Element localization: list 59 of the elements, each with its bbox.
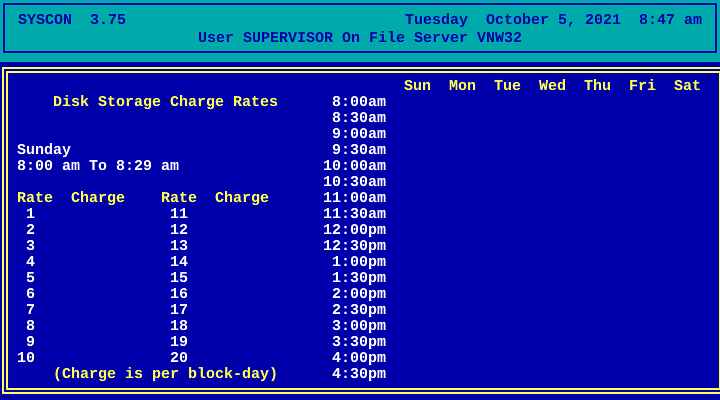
time-slot: 10:30am	[322, 175, 386, 191]
time-slot: 9:00am	[332, 127, 386, 143]
rate-number: 4	[24, 255, 35, 271]
time-slot: 1:30pm	[332, 271, 386, 287]
rate-number: 16	[170, 287, 188, 303]
current-day: Tuesday	[404, 12, 468, 30]
rate-number: 5	[24, 271, 35, 287]
user-server-line: User SUPERVISOR On File Server VNW32	[198, 30, 522, 48]
rate-number: 14	[170, 255, 188, 271]
column-header: Charge	[71, 191, 126, 207]
time-slot: 3:00pm	[332, 319, 386, 335]
app-name: SYSCON	[18, 12, 72, 30]
column-header: Rate	[161, 191, 198, 207]
time-slot: 4:30pm	[332, 367, 386, 383]
weekday-header: Thu	[584, 78, 612, 95]
time-slot: 12:00pm	[322, 223, 386, 239]
time-slot: 12:30pm	[322, 239, 386, 255]
rate-number: 18	[170, 319, 188, 335]
rate-number: 15	[170, 271, 188, 287]
rate-number: 7	[24, 303, 35, 319]
rate-number: 19	[170, 335, 188, 351]
weekday-header: Wed	[539, 78, 566, 95]
time-slot: 2:30pm	[332, 303, 386, 319]
rate-number: 11	[170, 207, 188, 223]
section-title: Disk Storage Charge Rates	[53, 95, 278, 111]
weekday-header: Fri	[629, 78, 656, 95]
current-date: October 5, 2021	[486, 12, 621, 30]
time-slot: 11:30am	[322, 207, 386, 223]
rate-number: 3	[24, 239, 35, 255]
rate-number: 20	[170, 351, 188, 367]
rate-number: 10	[17, 351, 35, 367]
time-slot: 8:00am	[332, 95, 386, 111]
rate-number: 17	[170, 303, 188, 319]
current-time: 8:47 am	[638, 12, 702, 30]
time-period: 8:00 am To 8:29 am	[17, 159, 180, 175]
weekday-header: Sat	[674, 78, 702, 95]
time-slot: 9:30am	[332, 143, 386, 159]
column-header: Rate	[17, 191, 54, 207]
time-slot: 10:00am	[322, 159, 386, 175]
time-slot: 11:00am	[322, 191, 386, 207]
weekday-header: Mon	[449, 78, 476, 95]
rate-number: 9	[24, 335, 35, 351]
time-slot: 1:00pm	[332, 255, 386, 271]
rate-number: 1	[24, 207, 35, 223]
weekday-header: Sun	[404, 78, 432, 95]
time-slot: 4:00pm	[332, 351, 386, 367]
rate-number: 2	[24, 223, 35, 239]
rate-number: 6	[24, 287, 35, 303]
time-slot: 2:00pm	[332, 287, 386, 303]
column-header: Charge	[215, 191, 270, 207]
footnote: (Charge is per block-day)	[53, 367, 278, 383]
rate-number: 12	[170, 223, 188, 239]
time-slot: 3:30pm	[332, 335, 386, 351]
weekday-header: Tue	[494, 78, 522, 95]
rate-number: 8	[24, 319, 35, 335]
day-label: Sunday	[17, 143, 72, 159]
app-version: 3.75	[90, 12, 126, 30]
rate-number: 13	[170, 239, 188, 255]
time-slot: 8:30am	[332, 111, 386, 127]
